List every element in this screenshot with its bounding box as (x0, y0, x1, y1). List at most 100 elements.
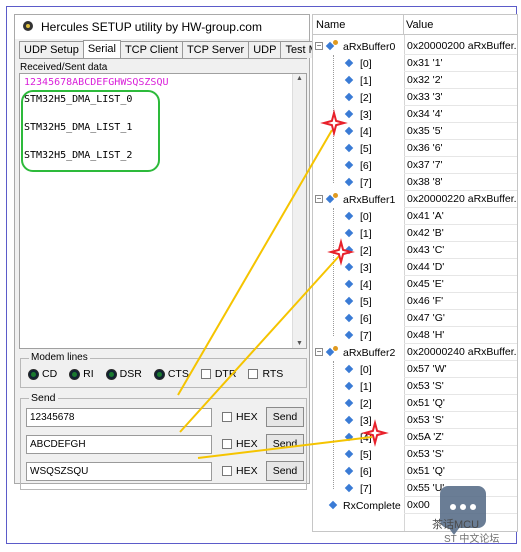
tree-guide-line (333, 361, 334, 489)
tree-child-name-cell: [2] (313, 242, 404, 259)
tree-child-row[interactable]: [2] 0x43 'C' (313, 242, 517, 259)
led-dsr: DSR (105, 368, 142, 380)
checkbox-icon[interactable] (200, 369, 211, 379)
rx-complete-row[interactable]: RxComplete 0x00 (313, 497, 517, 514)
tree-child-row[interactable]: [4] 0x45 'E' (313, 276, 517, 293)
element-index: [4] (360, 278, 372, 291)
rts-checkbox[interactable]: RTS (248, 368, 283, 380)
hex-checkbox-2[interactable]: HEX (222, 438, 262, 450)
tree-child-row[interactable]: [1] 0x32 '2' (313, 72, 517, 89)
tree-parent-row[interactable]: − aRxBuffer0 0x20000200 aRxBuffer... (313, 38, 517, 55)
element-value: 0x57 'W' (404, 361, 517, 378)
tree-child-row[interactable]: [3] 0x53 'S' (313, 412, 517, 429)
element-index: [0] (360, 363, 372, 376)
tree-child-name-cell: [1] (313, 72, 404, 89)
received-data-area[interactable]: 12345678ABCDEFGHWSQSZSQU STM32H5_DMA_LIS… (19, 73, 307, 349)
tree-child-row[interactable]: [0] 0x41 'A' (313, 208, 517, 225)
tree-parent-name-cell: − aRxBuffer0 (313, 38, 404, 55)
element-value: 0x45 'E' (404, 276, 517, 293)
checkbox-icon[interactable] (222, 439, 232, 449)
send-input-1[interactable]: 12345678 (26, 407, 212, 427)
element-value: 0x53 'S' (404, 412, 517, 429)
checkbox-icon[interactable] (222, 466, 232, 476)
variable-element-icon (345, 262, 355, 272)
send-input-3[interactable]: WSQSZSQU (26, 461, 212, 481)
watch-panel: Name Value − aRxBuffer0 0x20000200 aRxBuff… (312, 14, 518, 532)
tree-child-name-cell: [1] (313, 378, 404, 395)
tree-child-row[interactable]: [0] 0x31 '1' (313, 55, 517, 72)
tree-child-row[interactable]: [2] 0x51 'Q' (313, 395, 517, 412)
name-column-header[interactable]: Name (313, 15, 404, 34)
element-value: 0x53 'S' (404, 446, 517, 463)
tree-child-name-cell: [4] (313, 276, 404, 293)
collapse-toggle-icon[interactable]: − (315, 348, 323, 356)
element-index: [7] (360, 482, 372, 495)
tab-bar: UDP Setup Serial TCP Client TCP Server U… (19, 40, 342, 59)
tree-child-name-cell: [2] (313, 89, 404, 106)
element-index: [1] (360, 74, 372, 87)
tree-child-row[interactable]: [5] 0x46 'F' (313, 293, 517, 310)
tree-child-row[interactable]: [0] 0x57 'W' (313, 361, 517, 378)
tree-child-name-cell: [5] (313, 140, 404, 157)
element-index: [5] (360, 295, 372, 308)
led-cd-label: CD (42, 368, 58, 380)
element-index: [0] (360, 57, 372, 70)
watch-header: Name Value (313, 15, 517, 35)
element-value: 0x37 '7' (404, 157, 517, 174)
hex-checkbox-3[interactable]: HEX (222, 465, 262, 477)
tab-tcp-server[interactable]: TCP Server (181, 41, 250, 58)
variable-struct-icon (326, 193, 340, 205)
tree-child-name-cell: [6] (313, 157, 404, 174)
tree-child-row[interactable]: [1] 0x53 'S' (313, 378, 517, 395)
tab-udp[interactable]: UDP (248, 41, 282, 58)
variable-element-icon (345, 483, 355, 493)
tree-child-row[interactable]: [2] 0x33 '3' (313, 89, 517, 106)
send-button-2[interactable]: Send (266, 434, 304, 454)
tree-child-name-cell: [7] (313, 174, 404, 191)
variable-element-icon (345, 381, 355, 391)
send-row-2: ABCDEFGH HEX Send (26, 434, 304, 454)
watermark-subtitle: ST 中文论坛 (444, 534, 500, 545)
variable-element-icon (345, 58, 355, 68)
variable-element-icon (345, 415, 355, 425)
collapse-toggle-icon[interactable]: − (315, 195, 323, 203)
checkbox-icon[interactable] (248, 369, 259, 379)
tree-parent-row[interactable]: − aRxBuffer2 0x20000240 aRxBuffer... (313, 344, 517, 361)
tree-child-row[interactable]: [4] 0x5A 'Z' (313, 429, 517, 446)
tab-tcp-client[interactable]: TCP Client (119, 41, 183, 58)
tree-child-row[interactable]: [6] 0x51 'Q' (313, 463, 517, 480)
hex-checkbox-1[interactable]: HEX (222, 411, 262, 423)
element-value: 0x36 '6' (404, 140, 517, 157)
tree-child-row[interactable]: [3] 0x34 '4' (313, 106, 517, 123)
variable-element-icon (345, 364, 355, 374)
value-column-header[interactable]: Value (404, 15, 433, 34)
tree-child-row[interactable]: [1] 0x42 'B' (313, 225, 517, 242)
tree-child-row[interactable]: [4] 0x35 '5' (313, 123, 517, 140)
modem-lines-label: Modem lines (29, 352, 90, 363)
variable-element-icon (345, 126, 355, 136)
tree-child-row[interactable]: [3] 0x44 'D' (313, 259, 517, 276)
send-input-2[interactable]: ABCDEFGH (26, 434, 212, 454)
tree-child-row[interactable]: [5] 0x36 '6' (313, 140, 517, 157)
tree-child-row[interactable]: [7] 0x48 'H' (313, 327, 517, 344)
variable-struct-icon (326, 346, 340, 358)
tree-parent-row[interactable]: − aRxBuffer1 0x20000220 aRxBuffer... (313, 191, 517, 208)
tab-udp-setup[interactable]: UDP Setup (19, 41, 84, 58)
checkbox-icon[interactable] (222, 412, 232, 422)
send-button-3[interactable]: Send (266, 461, 304, 481)
dtr-checkbox[interactable]: DTR (200, 368, 236, 380)
tree-child-row[interactable]: [6] 0x47 'G' (313, 310, 517, 327)
led-dsr-label: DSR (119, 368, 142, 380)
tab-serial[interactable]: Serial (82, 40, 121, 58)
received-scrollbar[interactable] (292, 74, 306, 348)
tree-child-row[interactable]: [6] 0x37 '7' (313, 157, 517, 174)
tree-child-row[interactable]: [7] 0x55 'U' (313, 480, 517, 497)
element-index: [7] (360, 176, 372, 189)
modem-lines-row: CD RI DSR CTS DTR RTS (28, 368, 283, 380)
send-button-1[interactable]: Send (266, 407, 304, 427)
tree-child-row[interactable]: [7] 0x38 '8' (313, 174, 517, 191)
variable-element-icon (345, 109, 355, 119)
element-value: 0x38 '8' (404, 174, 517, 191)
tree-child-row[interactable]: [5] 0x53 'S' (313, 446, 517, 463)
collapse-toggle-icon[interactable]: − (315, 42, 323, 50)
